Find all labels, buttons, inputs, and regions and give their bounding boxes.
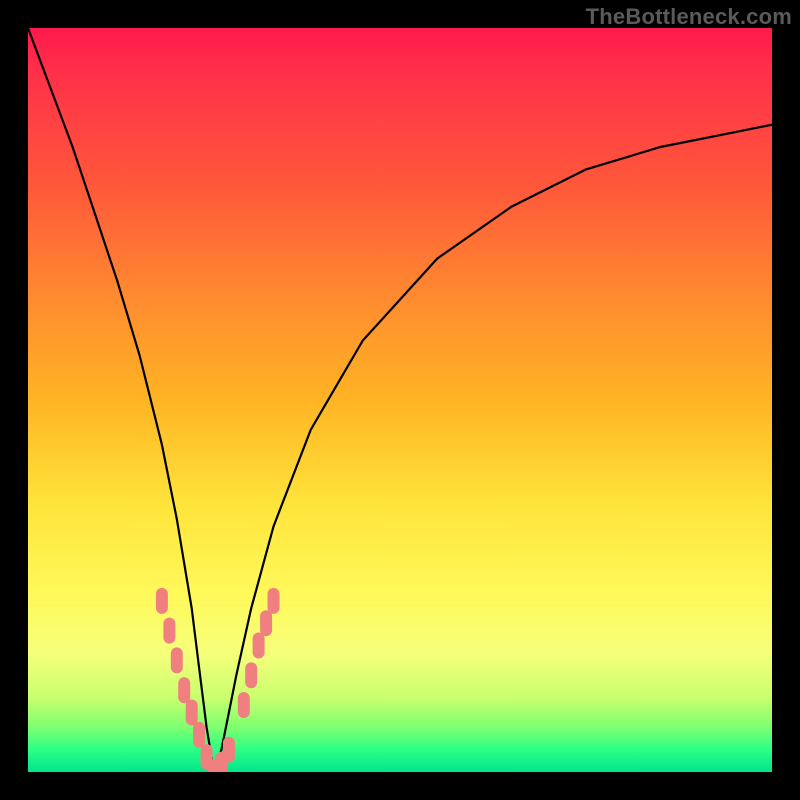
curve-marker [171,647,183,673]
marker-group [156,588,280,772]
curve-marker [156,588,168,614]
curve-marker [178,677,190,703]
curve-marker [223,737,235,763]
curve-marker [253,633,265,659]
curve-marker [268,588,280,614]
curve-marker [186,700,198,726]
curve-marker [260,610,272,636]
curve-marker [245,662,257,688]
chart-frame: TheBottleneck.com [0,0,800,800]
curve-layer [28,28,772,772]
curve-marker [193,722,205,748]
plot-area [28,28,772,772]
bottleneck-curve [28,28,772,772]
curve-marker [163,618,175,644]
curve-marker [238,692,250,718]
watermark-text: TheBottleneck.com [586,4,792,30]
